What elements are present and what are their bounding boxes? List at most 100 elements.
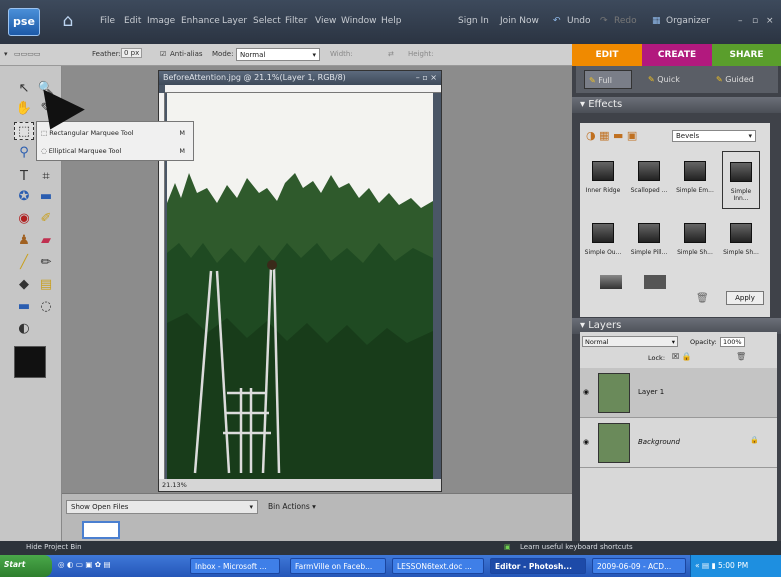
hide-project-bin-button[interactable]: Hide Project Bin bbox=[26, 543, 82, 551]
tab-create[interactable]: CREATE bbox=[642, 44, 712, 66]
paint-bucket-tool-icon[interactable]: ◆ bbox=[14, 276, 34, 294]
cookie-cutter-tool-icon[interactable]: ✪ bbox=[14, 188, 34, 206]
visibility-eye-icon[interactable]: ◉ bbox=[583, 388, 589, 396]
redo-icon[interactable]: ↷ bbox=[600, 16, 608, 26]
antialias-checkbox[interactable]: ☑ bbox=[160, 50, 166, 58]
effect-thumb[interactable]: Simple Inn... bbox=[722, 151, 760, 209]
apply-button[interactable]: Apply bbox=[726, 291, 764, 305]
rectangular-marquee-item[interactable]: ⬚ Rectangular Marquee Tool M bbox=[41, 125, 191, 141]
selection-mode-icons[interactable]: ▭▭▭▭ bbox=[14, 50, 40, 58]
menu-file[interactable]: File bbox=[100, 16, 115, 26]
effect-thumb[interactable]: Inner Ridge bbox=[584, 151, 622, 209]
windows-taskbar: Start ◎ ◐ ▭ ▣ ✿ ▤ Inbox - Microsoft ... … bbox=[0, 555, 781, 577]
taskbar-item[interactable]: Inbox - Microsoft ... bbox=[190, 558, 280, 574]
quick-launch-icons[interactable]: ◎ ◐ ▭ ▣ ✿ ▤ bbox=[58, 560, 111, 569]
quick-selection-tool-icon[interactable]: ⚲ bbox=[14, 144, 34, 162]
menu-edit[interactable]: Edit bbox=[124, 16, 141, 26]
sponge-tool-icon[interactable]: ◐ bbox=[14, 320, 34, 338]
effect-thumb[interactable] bbox=[644, 275, 666, 289]
hand-tool-icon[interactable]: ✋ bbox=[14, 100, 34, 118]
keyboard-tip-link[interactable]: Learn useful keyboard shortcuts bbox=[520, 543, 633, 551]
effect-thumb[interactable]: Simple Sh... bbox=[676, 213, 714, 271]
eraser-tool-icon[interactable]: ▰ bbox=[36, 232, 56, 250]
crop-tool-icon[interactable]: ⌗ bbox=[36, 168, 56, 186]
effects-category-select[interactable]: Bevels ▾ bbox=[672, 130, 756, 142]
menu-layer[interactable]: Layer bbox=[222, 16, 247, 26]
effect-thumb[interactable] bbox=[600, 275, 622, 289]
trash-icon[interactable]: 🗑 bbox=[736, 352, 746, 361]
bin-thumbnail[interactable] bbox=[82, 521, 120, 539]
zoom-level[interactable]: 21.13% bbox=[162, 481, 187, 489]
menu-help[interactable]: Help bbox=[381, 16, 402, 26]
blur-tool-icon[interactable]: ◌ bbox=[36, 298, 56, 316]
effect-thumb[interactable]: Scalloped ... bbox=[630, 151, 668, 209]
opacity-input[interactable]: 100% bbox=[720, 337, 745, 347]
chevron-down-icon: ▾ bbox=[249, 503, 253, 511]
feather-input[interactable]: 0 px bbox=[121, 48, 143, 58]
effect-thumb[interactable]: Simple Sh... bbox=[722, 213, 760, 271]
close-icon[interactable]: × bbox=[766, 16, 774, 26]
undo-button[interactable]: Undo bbox=[567, 16, 591, 26]
effects-filter-icons[interactable]: ◑ ▦ ▬ ▣ bbox=[586, 129, 637, 142]
tab-guided[interactable]: ✎ Guided bbox=[716, 70, 754, 89]
straighten-tool-icon[interactable]: ▬ bbox=[36, 188, 56, 206]
feather-label: Feather: bbox=[92, 50, 121, 58]
tab-quick[interactable]: ✎ Quick bbox=[648, 70, 680, 89]
effect-swatch bbox=[730, 162, 752, 182]
brush-tool-icon[interactable]: ╱ bbox=[14, 254, 34, 272]
blend-mode-select[interactable]: Normal ▾ bbox=[582, 336, 678, 347]
menu-view[interactable]: View bbox=[315, 16, 336, 26]
effect-thumb[interactable]: Simple Ou... bbox=[584, 213, 622, 271]
marquee-tool-icon[interactable]: ⬚ bbox=[14, 122, 34, 140]
menu-image[interactable]: Image bbox=[147, 16, 175, 26]
tray-icons[interactable]: « ▤ ▮ bbox=[695, 561, 718, 570]
bin-actions-menu[interactable]: Bin Actions ▾ bbox=[268, 502, 316, 511]
tab-edit[interactable]: EDIT bbox=[572, 44, 642, 66]
menu-filter[interactable]: Filter bbox=[285, 16, 307, 26]
lock-icon[interactable]: ☒ 🔒 bbox=[672, 352, 692, 361]
type-tool-icon[interactable]: T bbox=[14, 168, 34, 186]
tab-share[interactable]: SHARE bbox=[712, 44, 781, 66]
full-icon: ✎ bbox=[589, 76, 596, 85]
home-icon[interactable]: ⌂ bbox=[55, 10, 81, 34]
visibility-eye-icon[interactable]: ◉ bbox=[583, 438, 589, 446]
undo-icon[interactable]: ↶ bbox=[553, 16, 561, 26]
effects-panel-header[interactable]: ▾ Effects bbox=[572, 97, 781, 113]
start-button[interactable]: Start bbox=[0, 555, 52, 577]
layer-row-background[interactable]: ◉ Background 🔒 bbox=[580, 418, 777, 468]
red-eye-tool-icon[interactable]: ◉ bbox=[14, 210, 34, 228]
shape-tool-icon[interactable]: ▬ bbox=[14, 298, 34, 316]
smart-brush-tool-icon[interactable]: ✏ bbox=[36, 254, 56, 272]
redo-button[interactable]: Redo bbox=[614, 16, 637, 26]
tab-full[interactable]: ✎ Full bbox=[584, 70, 632, 89]
join-now-link[interactable]: Join Now bbox=[500, 16, 539, 26]
gradient-tool-icon[interactable]: ▤ bbox=[36, 276, 56, 294]
show-open-files-select[interactable]: Show Open Files ▾ bbox=[66, 500, 258, 514]
effect-thumb[interactable]: Simple Pill... bbox=[630, 213, 668, 271]
taskbar-item[interactable]: LESSON6text.doc ... bbox=[392, 558, 484, 574]
menu-enhance[interactable]: Enhance bbox=[181, 16, 220, 26]
trash-icon[interactable]: 🗑 bbox=[696, 293, 709, 304]
elliptical-marquee-item[interactable]: ◌ Elliptical Marquee Tool M bbox=[41, 143, 191, 159]
tool-preset-icon[interactable]: ▾ bbox=[4, 50, 8, 58]
organizer-button[interactable]: Organizer bbox=[666, 16, 710, 26]
effect-label: Simple Inn... bbox=[730, 188, 752, 202]
layer-row-layer1[interactable]: ◉ Layer 1 bbox=[580, 368, 777, 418]
document-image[interactable] bbox=[167, 93, 433, 481]
organizer-icon[interactable]: ▦ bbox=[652, 16, 661, 26]
taskbar-item[interactable]: FarmVille on Faceb... bbox=[290, 558, 386, 574]
document-window-controls[interactable]: – ▫ × bbox=[416, 73, 437, 82]
menu-window[interactable]: Window bbox=[341, 16, 377, 26]
minimize-icon[interactable]: – bbox=[738, 16, 743, 26]
mode-select[interactable]: Normal ▾ bbox=[236, 48, 320, 61]
restore-icon[interactable]: ▫ bbox=[752, 16, 758, 26]
foreground-color-swatch[interactable] bbox=[14, 346, 46, 378]
taskbar-item-active[interactable]: Editor - Photosh... bbox=[490, 558, 586, 574]
clone-stamp-tool-icon[interactable]: ♟ bbox=[14, 232, 34, 250]
healing-brush-tool-icon[interactable]: ✐ bbox=[36, 210, 56, 228]
swap-icon[interactable]: ⇄ bbox=[388, 50, 394, 58]
taskbar-item[interactable]: 2009-06-09 - ACD... bbox=[592, 558, 686, 574]
effect-thumb[interactable]: Simple Em... bbox=[676, 151, 714, 209]
menu-select[interactable]: Select bbox=[253, 16, 281, 26]
sign-in-link[interactable]: Sign In bbox=[458, 16, 489, 26]
